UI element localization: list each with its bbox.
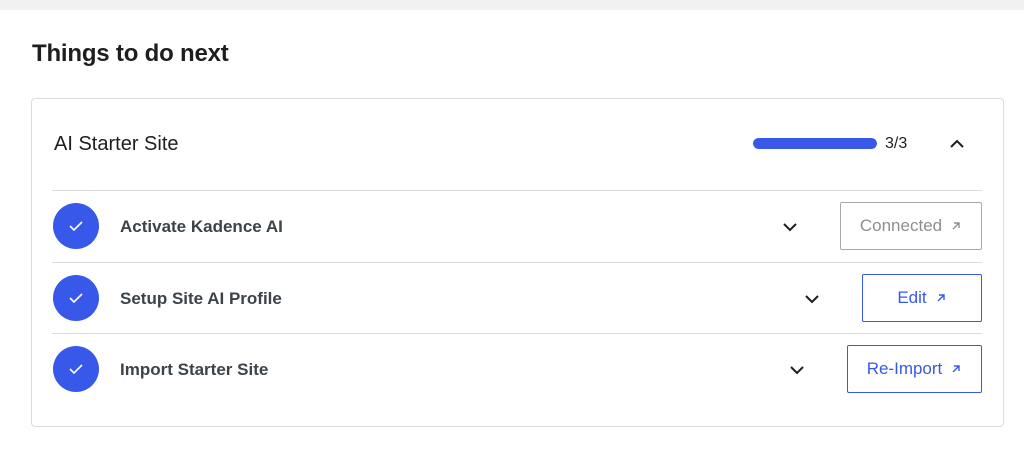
chevron-down-icon <box>790 366 804 375</box>
checkmark-icon <box>69 221 83 232</box>
external-arrow-icon <box>952 222 960 230</box>
task-label: Activate Kadence AI <box>120 217 283 236</box>
progress-bar-fill <box>753 138 877 149</box>
progress-count: 3/3 <box>885 135 908 152</box>
task-label: Setup Site AI Profile <box>120 289 282 308</box>
button-label: Edit <box>897 288 927 307</box>
expand-task-button[interactable] <box>785 358 809 382</box>
chevron-up-icon <box>950 139 964 148</box>
expand-task-button[interactable] <box>778 215 802 239</box>
top-bar <box>0 0 1024 10</box>
page-title: Things to do next <box>32 40 229 67</box>
task-row: Setup Site AI Profile Edit <box>52 262 982 334</box>
collapse-button[interactable] <box>944 131 970 157</box>
chevron-down-icon <box>805 295 819 304</box>
task-label: Import Starter Site <box>120 360 269 379</box>
checkmark-icon <box>69 293 83 304</box>
button-label: Connected <box>859 216 943 235</box>
card-title: AI Starter Site <box>54 133 179 155</box>
re-import-button[interactable]: Re-Import <box>847 345 982 393</box>
task-complete-check <box>53 346 99 392</box>
expand-task-button[interactable] <box>800 287 824 311</box>
chevron-down-icon <box>783 223 797 232</box>
task-complete-check <box>53 203 99 249</box>
starter-site-card: AI Starter Site 3/3 Activate Kadence AI … <box>31 98 1004 427</box>
task-row: Activate Kadence AI Connected <box>52 190 982 262</box>
checkmark-icon <box>69 364 83 375</box>
external-arrow-icon <box>952 365 960 373</box>
task-row: Import Starter Site Re-Import <box>52 333 982 405</box>
connected-button[interactable]: Connected <box>840 202 982 250</box>
task-complete-check <box>53 275 99 321</box>
edit-button[interactable]: Edit <box>862 274 982 322</box>
progress-bar <box>753 138 877 149</box>
card-header: AI Starter Site 3/3 <box>32 99 1003 191</box>
external-arrow-icon <box>937 294 945 302</box>
button-label: Re-Import <box>866 359 943 378</box>
